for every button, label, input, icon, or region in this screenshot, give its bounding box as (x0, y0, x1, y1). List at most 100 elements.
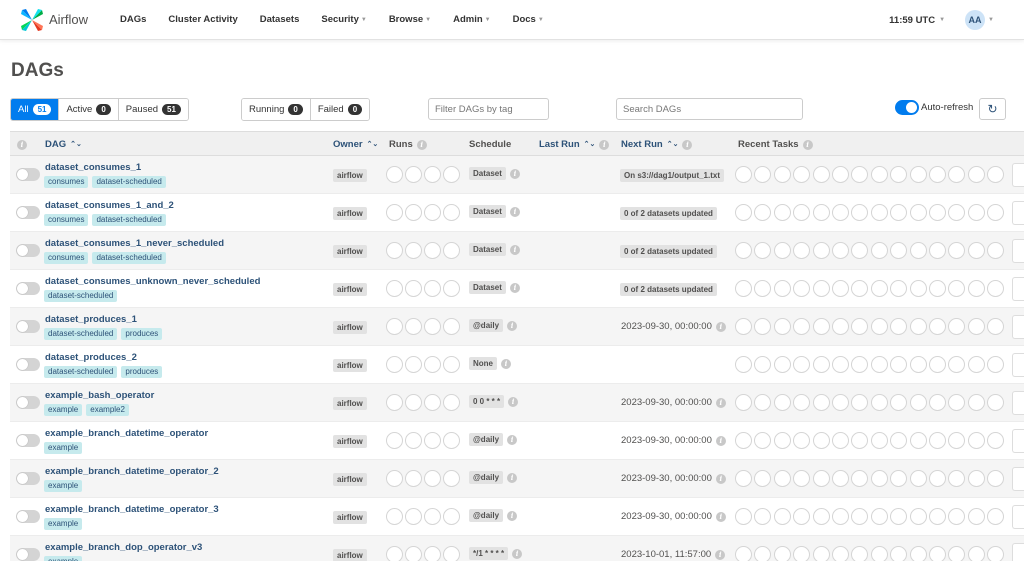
task-state-circle[interactable] (890, 280, 908, 297)
dag-id-link[interactable]: dataset_consumes_unknown_never_scheduled (45, 276, 260, 287)
dag-tag[interactable]: consumes (44, 214, 89, 226)
task-state-circle[interactable] (890, 204, 908, 221)
task-state-circle[interactable] (890, 318, 908, 335)
task-state-circle[interactable] (832, 204, 849, 221)
task-state-circle[interactable] (851, 280, 869, 297)
task-state-circle[interactable] (832, 242, 849, 259)
task-state-circle[interactable] (773, 242, 791, 259)
info-icon[interactable]: i (416, 139, 427, 150)
run-state-circle[interactable] (405, 508, 422, 525)
task-state-circle[interactable] (754, 394, 772, 411)
owner-badge[interactable]: airflow (333, 207, 367, 220)
dag-id-link[interactable]: dataset_consumes_1_never_scheduled (45, 238, 224, 249)
pause-dag-toggle[interactable] (16, 320, 40, 333)
task-state-circle[interactable] (870, 318, 888, 335)
pause-dag-toggle[interactable] (16, 548, 40, 561)
task-state-circle[interactable] (851, 546, 869, 561)
task-state-circle[interactable] (754, 280, 772, 297)
task-state-circle[interactable] (851, 166, 869, 183)
owner-badge[interactable]: airflow (333, 245, 367, 258)
nav-item-browse[interactable]: Browse ▼ (389, 14, 431, 25)
task-state-circle[interactable] (832, 318, 849, 335)
task-state-circle[interactable] (870, 394, 888, 411)
task-state-circle[interactable] (851, 242, 869, 259)
run-state-circle[interactable] (443, 546, 460, 561)
task-state-circle[interactable] (929, 318, 946, 335)
task-state-circle[interactable] (987, 318, 1005, 335)
run-state-circle[interactable] (443, 394, 460, 411)
info-icon[interactable]: i (715, 549, 726, 560)
task-state-circle[interactable] (832, 394, 849, 411)
info-icon[interactable]: i (802, 139, 813, 150)
task-state-circle[interactable] (948, 394, 966, 411)
pause-dag-toggle[interactable] (16, 510, 40, 523)
task-state-circle[interactable] (909, 166, 927, 183)
dag-id-link[interactable]: example_branch_dop_operator_v3 (45, 542, 202, 553)
task-state-circle[interactable] (793, 546, 811, 561)
dag-id-link[interactable]: example_branch_datetime_operator_3 (45, 504, 219, 515)
info-icon[interactable]: i (715, 435, 726, 446)
task-state-circle[interactable] (890, 508, 908, 525)
task-state-circle[interactable] (812, 318, 830, 335)
row-actions[interactable] (1012, 429, 1024, 453)
run-state-circle[interactable] (424, 280, 441, 297)
dag-tag[interactable]: example (44, 518, 83, 530)
run-state-circle[interactable] (443, 204, 460, 221)
task-state-circle[interactable] (870, 508, 888, 525)
dag-id-link[interactable]: example_bash_operator (45, 390, 154, 401)
task-state-circle[interactable] (812, 280, 830, 297)
task-state-circle[interactable] (967, 280, 985, 297)
run-state-circle[interactable] (443, 470, 460, 487)
pause-dag-toggle[interactable] (16, 244, 40, 257)
nav-item-admin[interactable]: Admin ▼ (453, 14, 491, 25)
row-actions[interactable] (1012, 277, 1024, 301)
task-state-circle[interactable] (735, 318, 752, 335)
run-state-circle[interactable] (443, 242, 460, 259)
task-state-circle[interactable] (929, 204, 946, 221)
task-state-circle[interactable] (890, 166, 908, 183)
task-state-circle[interactable] (909, 432, 927, 449)
task-state-circle[interactable] (773, 318, 791, 335)
run-state-circle[interactable] (386, 166, 403, 183)
info-icon[interactable]: i (507, 510, 518, 521)
task-state-circle[interactable] (967, 166, 985, 183)
refresh-button[interactable]: ↻ (979, 98, 1006, 120)
filter-all-button[interactable]: All 51 (11, 99, 60, 120)
nav-item-dags[interactable]: DAGs (120, 14, 146, 25)
run-state-circle[interactable] (386, 470, 403, 487)
run-state-circle[interactable] (443, 508, 460, 525)
task-state-circle[interactable] (832, 166, 849, 183)
task-state-circle[interactable] (909, 508, 927, 525)
column-header-next-run[interactable]: Next Run ⌃⌄ i (621, 132, 693, 157)
task-state-circle[interactable] (793, 356, 811, 373)
task-state-circle[interactable] (870, 166, 888, 183)
airflow-brand[interactable]: Airflow (20, 8, 120, 32)
owner-badge[interactable]: airflow (333, 511, 367, 524)
task-state-circle[interactable] (987, 204, 1005, 221)
task-state-circle[interactable] (812, 166, 830, 183)
filter-paused-button[interactable]: Paused 51 (118, 99, 188, 120)
row-actions[interactable] (1012, 239, 1024, 263)
task-state-circle[interactable] (812, 394, 830, 411)
owner-badge[interactable]: airflow (333, 473, 367, 486)
dag-tag[interactable]: dataset-scheduled (92, 214, 166, 226)
info-icon[interactable]: i (509, 168, 520, 179)
pause-dag-toggle[interactable] (16, 358, 40, 371)
task-state-circle[interactable] (773, 166, 791, 183)
task-state-circle[interactable] (870, 546, 888, 561)
run-state-circle[interactable] (424, 394, 441, 411)
task-state-circle[interactable] (754, 356, 772, 373)
run-state-circle[interactable] (405, 166, 422, 183)
run-state-circle[interactable] (424, 242, 441, 259)
task-state-circle[interactable] (909, 242, 927, 259)
row-actions[interactable] (1012, 163, 1024, 187)
task-state-circle[interactable] (987, 242, 1005, 259)
run-state-circle[interactable] (424, 166, 441, 183)
task-state-circle[interactable] (754, 432, 772, 449)
task-state-circle[interactable] (929, 546, 946, 561)
task-state-circle[interactable] (754, 508, 772, 525)
dag-id-link[interactable]: example_branch_datetime_operator_2 (45, 466, 219, 477)
run-state-circle[interactable] (405, 242, 422, 259)
owner-badge[interactable]: airflow (333, 435, 367, 448)
run-state-circle[interactable] (386, 280, 403, 297)
